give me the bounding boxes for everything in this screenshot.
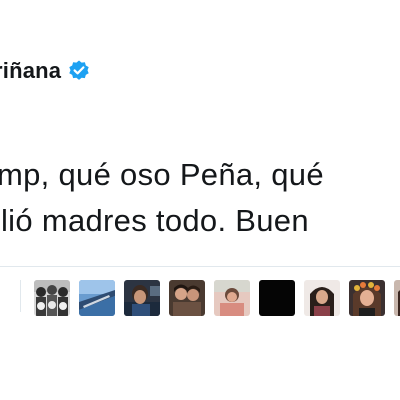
stats-vertical-divider — [20, 280, 21, 312]
author-name[interactable]: riñana — [0, 58, 61, 84]
avatar-couple-icon[interactable] — [169, 280, 205, 316]
liker-avatars — [34, 280, 400, 316]
tweet-author[interactable]: riñana — [0, 56, 91, 86]
avatar-person-flowers-icon[interactable] — [349, 280, 385, 316]
tweet-text-line-2: lió madres todo. Buen — [1, 203, 309, 238]
stats-divider — [0, 266, 400, 267]
avatar-person-selfie-icon[interactable] — [394, 280, 400, 316]
avatar-person-dark-icon[interactable] — [124, 280, 160, 316]
tweet-text-line-1: mp, qué oso Peña, qué — [0, 157, 324, 192]
tweet-card: riñana mp, qué oso Peña, qué lió madres … — [0, 0, 400, 400]
verified-badge-icon — [67, 59, 91, 83]
avatar-person-hair-icon[interactable] — [304, 280, 340, 316]
avatar-person-pink-icon[interactable] — [214, 280, 250, 316]
avatar-black-icon[interactable] — [259, 280, 295, 316]
avatar-group-bw-icon[interactable] — [34, 280, 70, 316]
avatar-airplane-wing-icon[interactable] — [79, 280, 115, 316]
